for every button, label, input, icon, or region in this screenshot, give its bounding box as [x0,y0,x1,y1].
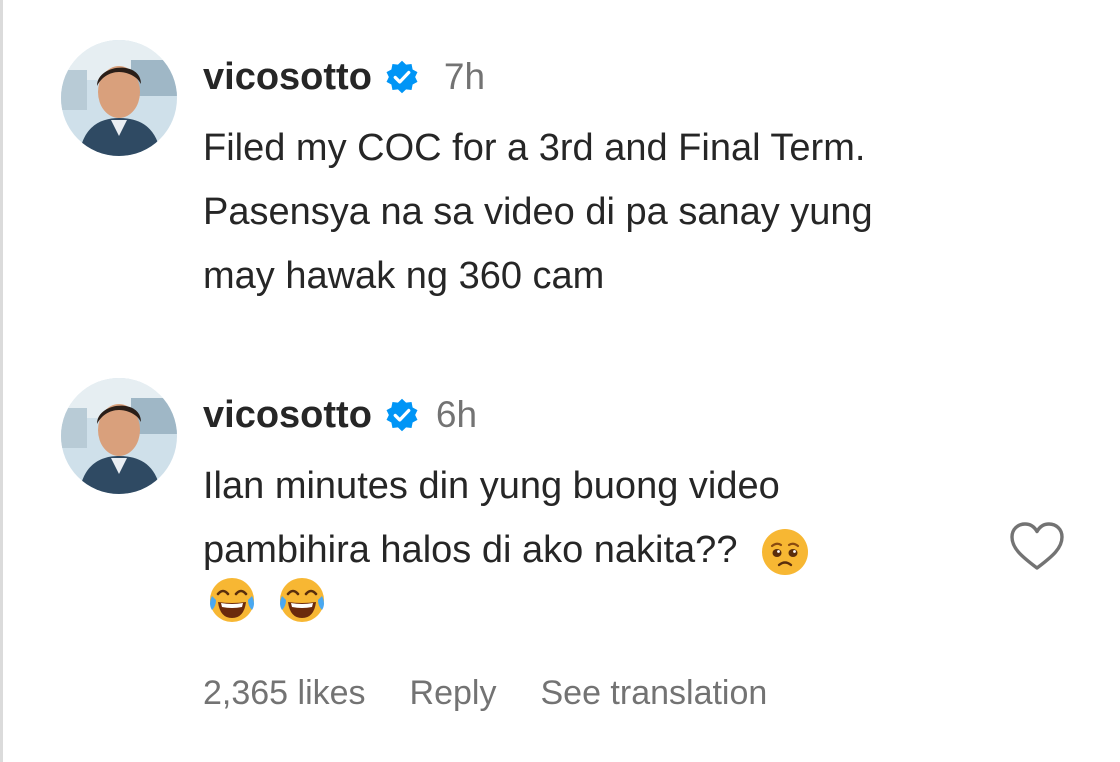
likes-count[interactable]: 2,365 likes [203,674,366,713]
username[interactable]: vicosotto [203,394,372,437]
comment-actions: 2,365 likes Reply See translation [203,674,767,713]
comment-line-text: pambihira halos di ako nakita?? [203,529,738,571]
comment-line: may hawak ng 360 cam [203,255,605,297]
comment-line: Filed my COC for a 3rd and Final Term. [203,127,866,169]
see-translation-button[interactable]: See translation [540,674,767,713]
avatar[interactable] [61,378,177,494]
comment-header: vicosotto 6h [203,392,477,438]
comment-line: Pasensya na sa video di pa sanay yung [203,191,873,233]
timestamp[interactable]: 7h [444,56,485,98]
comment-text: Filed my COC for a 3rd and Final Term. P… [203,116,873,308]
heart-icon[interactable] [1007,518,1067,574]
verified-badge-icon [386,60,418,94]
timestamp[interactable]: 6h [436,394,477,436]
comment-header: vicosotto 7h [203,54,485,100]
comments-panel: vicosotto 7h Filed my COC for a 3rd and … [0,0,1120,762]
tears-of-joy-emoji [276,574,328,626]
verified-badge-icon [386,398,418,432]
comment-line: pambihira halos di ako nakita?? [203,518,811,582]
reply-button[interactable]: Reply [410,674,497,713]
avatar[interactable] [61,40,177,156]
emoji-row [206,574,328,626]
username[interactable]: vicosotto [203,56,372,99]
tears-of-joy-emoji [206,574,258,626]
comment-text: Ilan minutes din yung buong video pambih… [203,454,811,582]
pleading-face-emoji [759,526,811,578]
comment-line: Ilan minutes din yung buong video [203,465,780,507]
